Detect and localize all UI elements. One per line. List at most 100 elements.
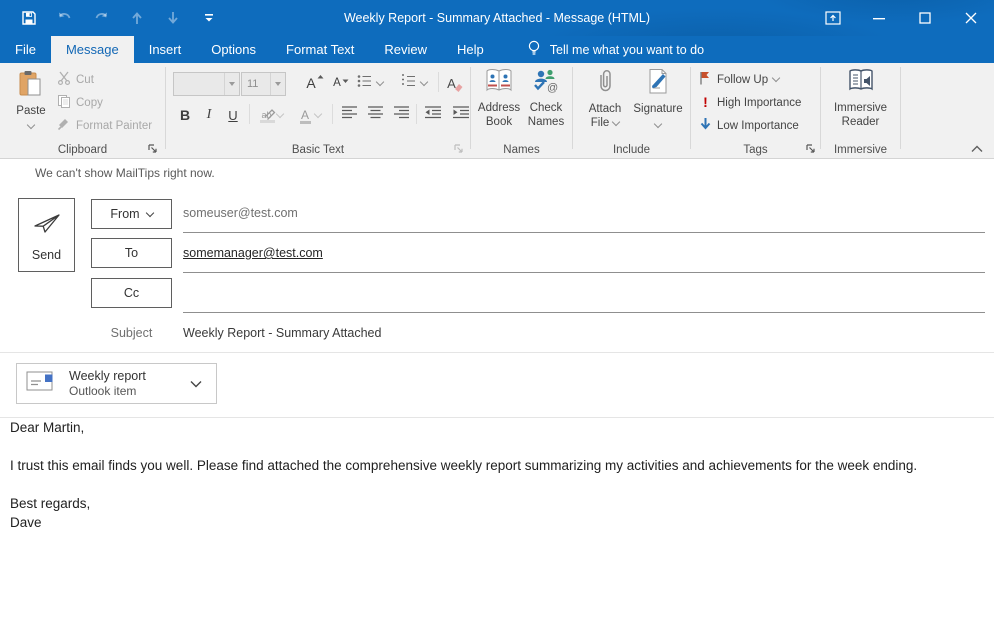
paste-dropdown-icon: [27, 121, 35, 129]
align-center-button[interactable]: [363, 103, 387, 127]
address-book-button[interactable]: Address Book: [476, 68, 522, 129]
high-importance-button[interactable]: ! High Importance: [699, 92, 801, 113]
align-left-button[interactable]: [337, 103, 361, 127]
paste-button[interactable]: Paste: [8, 68, 54, 140]
bullets-dropdown-icon: [376, 77, 384, 85]
grow-font-button[interactable]: A: [302, 71, 328, 95]
undo-icon[interactable]: [52, 5, 78, 31]
paperclip-icon: [594, 68, 616, 99]
group-immersive: Immersive Reader Immersive: [821, 63, 900, 158]
signature-button[interactable]: Signature: [632, 68, 684, 127]
signature-dropdown-icon: [654, 120, 662, 128]
from-dropdown-icon: [145, 208, 153, 216]
subject-value[interactable]: Weekly Report - Summary Attached: [183, 326, 381, 340]
minimize-icon[interactable]: [856, 0, 902, 36]
attachment-card[interactable]: Weekly report Outlook item: [16, 363, 217, 404]
bullets-button[interactable]: [352, 71, 388, 95]
address-book-icon: [484, 68, 514, 98]
highlight-button[interactable]: ab: [254, 103, 290, 127]
font-color-dropdown-icon: [314, 109, 322, 117]
to-field-rule: [183, 272, 985, 273]
header-separator: [0, 352, 994, 353]
redo-icon[interactable]: [88, 5, 114, 31]
from-button[interactable]: From: [91, 199, 172, 229]
tab-insert[interactable]: Insert: [134, 36, 197, 63]
ribbon-display-options-icon[interactable]: [810, 0, 856, 36]
cc-button[interactable]: Cc: [91, 278, 172, 308]
bold-button[interactable]: B: [174, 103, 196, 127]
tab-file[interactable]: File: [0, 36, 51, 63]
font-color-button[interactable]: A: [293, 103, 329, 127]
decrease-indent-button[interactable]: [420, 103, 446, 127]
subject-label: Subject: [91, 326, 172, 340]
signature-icon: [646, 68, 670, 99]
lightbulb-icon: [527, 40, 541, 60]
high-importance-icon: !: [699, 96, 712, 109]
message-body-editor[interactable]: Dear Martin, I trust this email finds yo…: [0, 418, 994, 622]
basic-text-dialog-launcher-icon[interactable]: [452, 142, 465, 155]
group-clipboard: Paste Cut Copy Format Painter: [0, 63, 165, 158]
copy-button[interactable]: Copy: [57, 92, 103, 113]
shrink-font-button[interactable]: A: [328, 71, 354, 95]
move-up-icon[interactable]: [124, 5, 150, 31]
group-include: Attach File Signature Include: [573, 63, 690, 158]
copy-icon: [57, 94, 71, 111]
check-names-icon: @: [531, 68, 561, 98]
tab-help[interactable]: Help: [442, 36, 499, 63]
font-size-dropdown-icon[interactable]: [270, 73, 285, 95]
ribbon-tab-bar: File Message Insert Options Format Text …: [0, 36, 994, 63]
align-right-button[interactable]: [389, 103, 413, 127]
tab-format-text[interactable]: Format Text: [271, 36, 369, 63]
tell-me-box[interactable]: Tell me what you want to do: [499, 36, 704, 63]
tags-dialog-launcher-icon[interactable]: [804, 142, 817, 155]
group-label-clipboard: Clipboard: [0, 144, 165, 156]
attachment-subtitle: Outlook item: [69, 384, 190, 399]
underline-button[interactable]: U: [222, 103, 244, 127]
maximize-icon[interactable]: [902, 0, 948, 36]
collapse-ribbon-icon[interactable]: [968, 142, 986, 155]
tab-options[interactable]: Options: [196, 36, 271, 63]
check-names-button[interactable]: @ Check Names: [523, 68, 569, 129]
to-value[interactable]: somemanager@test.com: [183, 246, 323, 260]
numbering-button[interactable]: [396, 71, 432, 95]
font-name-dropdown-icon[interactable]: [224, 73, 239, 95]
tab-review[interactable]: Review: [369, 36, 442, 63]
numbering-icon: [401, 74, 416, 93]
font-name-combobox[interactable]: [173, 72, 240, 96]
cut-button[interactable]: Cut: [57, 69, 94, 90]
tab-message[interactable]: Message: [51, 36, 134, 63]
format-painter-button[interactable]: Format Painter: [57, 115, 152, 136]
font-size-combobox[interactable]: 11: [241, 72, 286, 96]
immersive-reader-button[interactable]: Immersive Reader: [828, 68, 893, 129]
body-signature: Dave: [0, 513, 994, 532]
font-color-icon: A: [301, 108, 309, 122]
low-importance-button[interactable]: Low Importance: [699, 115, 799, 136]
align-center-icon: [368, 106, 383, 124]
clipboard-dialog-launcher-icon[interactable]: [146, 142, 159, 155]
from-value[interactable]: someuser@test.com: [183, 206, 298, 220]
align-right-icon: [394, 106, 409, 124]
attach-file-button[interactable]: Attach File: [580, 68, 630, 130]
follow-up-button[interactable]: Follow Up: [699, 69, 779, 90]
quick-access-toolbar: [16, 0, 222, 36]
save-icon[interactable]: [16, 5, 42, 31]
svg-text:@: @: [547, 82, 558, 94]
clear-formatting-button[interactable]: A: [442, 71, 468, 95]
customize-qat-icon[interactable]: [196, 5, 222, 31]
highlight-dropdown-icon: [275, 109, 283, 117]
send-button[interactable]: Send: [18, 198, 75, 272]
paste-icon: [18, 70, 44, 104]
window-controls: [810, 0, 994, 36]
group-label-tags: Tags: [691, 144, 820, 156]
move-down-icon[interactable]: [160, 5, 186, 31]
increase-indent-icon: [453, 106, 469, 124]
attachment-dropdown-icon[interactable]: [190, 375, 202, 393]
close-icon[interactable]: [948, 0, 994, 36]
highlight-icon: ab: [261, 110, 271, 120]
group-separator: [900, 67, 901, 149]
group-tags: Follow Up ! High Importance Low Importan…: [691, 63, 820, 158]
to-button[interactable]: To: [91, 238, 172, 268]
group-names: Address Book @ Check Names Names: [471, 63, 572, 158]
body-paragraph: I trust this email finds you well. Pleas…: [0, 456, 994, 475]
italic-button[interactable]: I: [198, 103, 220, 127]
